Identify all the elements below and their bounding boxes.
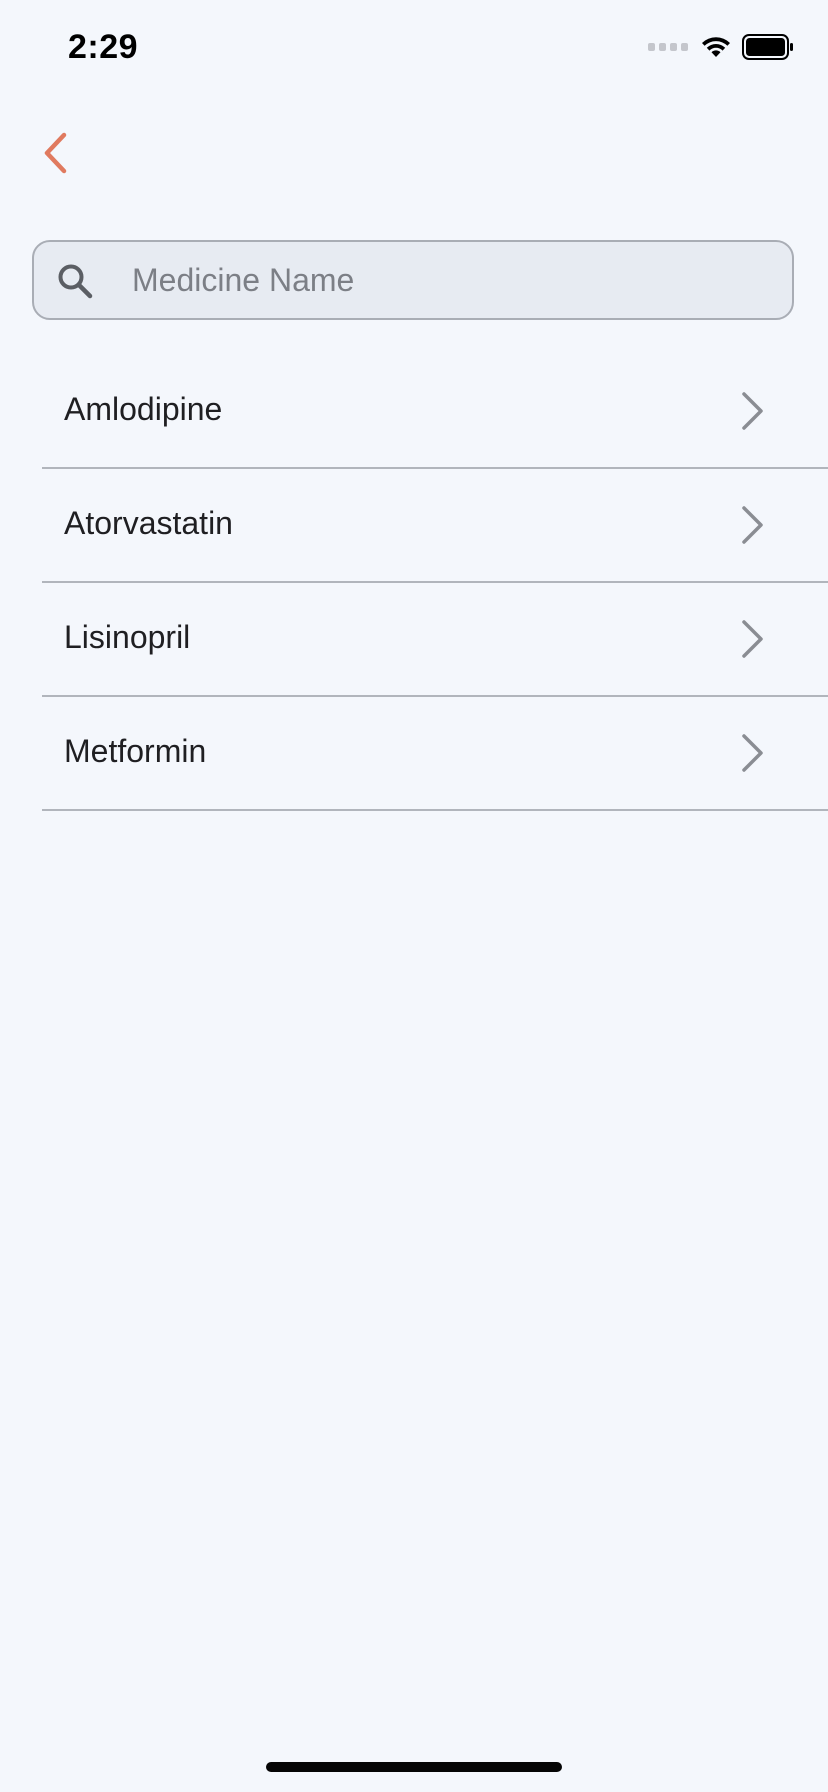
medicine-name: Amlodipine: [64, 391, 223, 427]
back-button[interactable]: [30, 128, 80, 178]
search-bar: [32, 240, 794, 320]
navigation-bar: [0, 110, 828, 190]
status-icons: [648, 34, 794, 60]
list-item[interactable]: Metformin: [0, 697, 828, 811]
wifi-icon: [702, 37, 730, 57]
status-bar: 2:29: [0, 0, 828, 100]
medicine-name: Metformin: [64, 733, 207, 769]
medicine-name: Lisinopril: [64, 619, 191, 655]
medicine-name: Atorvastatin: [64, 505, 233, 541]
status-time: 2:29: [68, 28, 139, 66]
chevron-right-icon: [742, 506, 763, 544]
home-indicator[interactable]: [266, 1762, 562, 1772]
search-icon: [58, 264, 93, 299]
list-item[interactable]: Amlodipine: [0, 355, 828, 469]
cellular-signal-icon: [648, 43, 688, 51]
search-input[interactable]: [130, 242, 772, 318]
medicine-list: Amlodipine Atorvastatin Lisinopril Metfo…: [0, 355, 828, 811]
chevron-right-icon: [742, 620, 763, 658]
battery-icon: [742, 34, 793, 60]
list-item[interactable]: Lisinopril: [0, 583, 828, 697]
chevron-right-icon: [742, 734, 763, 772]
list-item[interactable]: Atorvastatin: [0, 469, 828, 583]
chevron-left-icon: [44, 132, 67, 174]
chevron-right-icon: [742, 392, 763, 430]
